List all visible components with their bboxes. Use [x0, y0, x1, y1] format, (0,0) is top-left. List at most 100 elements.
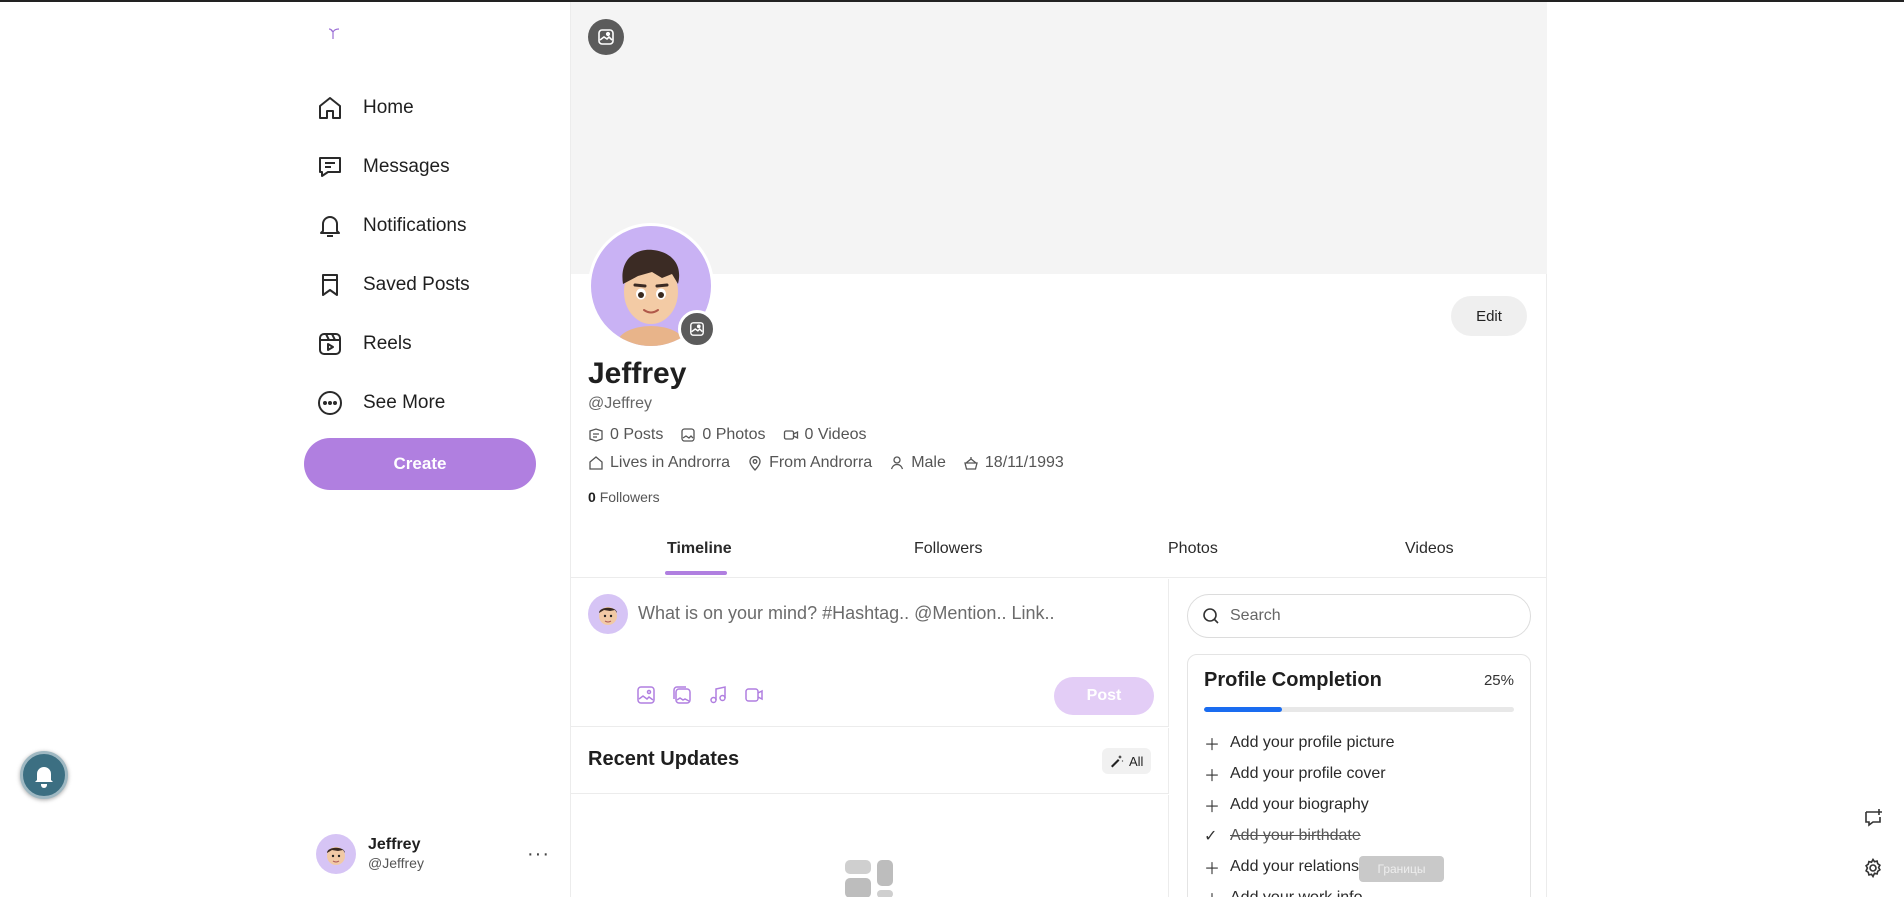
completion-item-label: Add your relationship — [1230, 857, 1381, 875]
sidebar-user-handle: @Jeffrey — [368, 855, 424, 871]
more-options-button[interactable]: ··· — [527, 843, 550, 866]
nav-item-saved-posts[interactable]: Saved Posts — [316, 255, 470, 314]
change-cover-button[interactable] — [588, 19, 624, 55]
nav-item-notifications[interactable]: Notifications — [316, 196, 470, 255]
tooltip: Границы — [1359, 856, 1444, 882]
nav-item-reels[interactable]: Reels — [316, 314, 470, 373]
tab-photos[interactable]: Photos — [1168, 540, 1218, 558]
person-icon — [891, 456, 904, 470]
photos-icon — [681, 428, 696, 442]
profile-completion-progress — [1204, 707, 1514, 712]
feather-logo-icon[interactable] — [326, 26, 342, 42]
search-icon — [1203, 608, 1219, 624]
tab-timeline[interactable]: Timeline — [667, 540, 732, 558]
search-box[interactable] — [1187, 594, 1531, 638]
composer-input[interactable]: What is on your mind? #Hashtag.. @Mentio… — [638, 603, 1054, 624]
nav-label-home: Home — [363, 96, 414, 118]
sidebar-user-card[interactable]: Jeffrey @Jeffrey ··· — [316, 834, 550, 874]
image-icon[interactable] — [636, 685, 656, 705]
stat-photos-label: 0 Photos — [702, 426, 766, 443]
profile-completion-percent: 25% — [1483, 672, 1514, 689]
stat-videos-label: 0 Videos — [804, 426, 867, 443]
feed-loading-area — [571, 795, 1169, 897]
chat-add-button[interactable] — [1855, 800, 1891, 836]
post-button[interactable]: Post — [1054, 677, 1154, 715]
message-icon — [316, 153, 344, 181]
completion-item[interactable]: ＋ Add your profile cover — [1204, 758, 1395, 789]
info-birthday-label: 18/11/1993 — [984, 454, 1064, 471]
progress-fill — [1204, 707, 1282, 712]
completion-item-label: Add your profile picture — [1230, 733, 1395, 751]
plus-icon: ＋ — [1204, 886, 1220, 897]
info-gender-label: Male — [911, 454, 946, 471]
check-icon: ✓ — [1204, 827, 1218, 845]
filter-all-button[interactable]: All — [1102, 748, 1152, 774]
posts-icon — [589, 428, 603, 442]
profile-completion-title: Profile Completion — [1204, 669, 1382, 691]
completion-item-label: Add your work info — [1230, 888, 1363, 897]
video-camera-icon — [783, 430, 798, 440]
tab-followers[interactable]: Followers — [914, 540, 982, 558]
completion-item-label: Add your birthdate — [1230, 826, 1361, 844]
reels-icon — [316, 330, 344, 358]
chat-add-icon — [1865, 809, 1882, 827]
composer-tools — [636, 685, 780, 705]
completion-item[interactable]: ＋ Add your profile picture — [1204, 727, 1395, 758]
stat-posts-label: 0 Posts — [610, 426, 664, 443]
nav-item-home[interactable]: Home — [316, 78, 470, 137]
bookmark-icon — [316, 271, 344, 299]
nav-label-notifications: Notifications — [363, 214, 467, 236]
profile-tabs: Timeline Followers Photos Videos — [571, 530, 1547, 578]
plus-icon: ＋ — [1204, 860, 1221, 878]
plus-icon: ＋ — [1204, 736, 1221, 754]
home-icon — [589, 456, 603, 470]
nav-item-see-more[interactable]: See More — [316, 373, 470, 432]
push-notification-bell-button[interactable] — [20, 751, 68, 799]
profile-name: Jeffrey — [588, 357, 687, 390]
completion-item-done: ✓ Add your birthdate — [1204, 820, 1395, 851]
change-avatar-button[interactable] — [678, 310, 716, 348]
music-icon[interactable] — [708, 685, 728, 705]
post-composer: What is on your mind? #Hashtag.. @Mentio… — [571, 579, 1169, 727]
info-birthday: 18/11/1993 — [963, 454, 1064, 472]
nav-item-messages[interactable]: Messages — [316, 137, 470, 196]
home-icon — [316, 94, 344, 122]
filter-all-label: All — [1129, 753, 1144, 769]
avatar — [316, 834, 356, 874]
loading-skeleton — [845, 878, 871, 897]
profile-handle: @Jeffrey — [588, 395, 652, 412]
sidebar-user-name: Jeffrey — [368, 836, 421, 853]
search-input[interactable] — [1230, 607, 1510, 625]
edit-profile-button[interactable]: Edit — [1451, 296, 1527, 336]
tab-videos[interactable]: Videos — [1405, 540, 1454, 558]
followers-count[interactable]: 0 Followers — [588, 489, 660, 505]
stat-photos[interactable]: 0 Photos — [680, 426, 766, 444]
profile-cover[interactable] — [571, 2, 1547, 274]
nav-label-reels: Reels — [363, 332, 412, 354]
completion-item[interactable]: ＋ Add your work info — [1204, 882, 1395, 897]
profile-stats: 0 Posts 0 Photos 0 Videos — [588, 426, 884, 444]
cake-icon — [964, 457, 978, 470]
nav-label-saved-posts: Saved Posts — [363, 273, 470, 295]
nav-label-see-more: See More — [363, 391, 446, 413]
info-gender: Male — [889, 454, 946, 472]
bell-icon — [316, 212, 344, 240]
settings-button[interactable] — [1855, 850, 1891, 886]
stat-posts[interactable]: 0 Posts — [588, 426, 663, 444]
video-icon[interactable] — [744, 685, 764, 705]
completion-item[interactable]: ＋ Add your biography — [1204, 789, 1395, 820]
profile-info: Lives in Androrra From Androrra Male 18/… — [588, 454, 1081, 472]
main-nav: Home Messages Notifications Saved Posts … — [316, 78, 470, 432]
plus-icon: ＋ — [1204, 767, 1221, 785]
location-pin-icon — [749, 455, 761, 471]
create-button[interactable]: Create — [304, 438, 536, 490]
active-tab-indicator — [665, 571, 727, 575]
info-from: From Androrra — [747, 454, 872, 472]
info-lives-label: Lives in Androrra — [610, 454, 731, 471]
recent-updates-header: Recent Updates All — [571, 728, 1169, 794]
album-icon[interactable] — [672, 685, 692, 705]
recent-updates-title: Recent Updates — [588, 748, 740, 770]
loading-skeleton — [877, 890, 893, 897]
completion-item-label: Add your profile cover — [1230, 764, 1386, 782]
stat-videos[interactable]: 0 Videos — [783, 426, 867, 444]
